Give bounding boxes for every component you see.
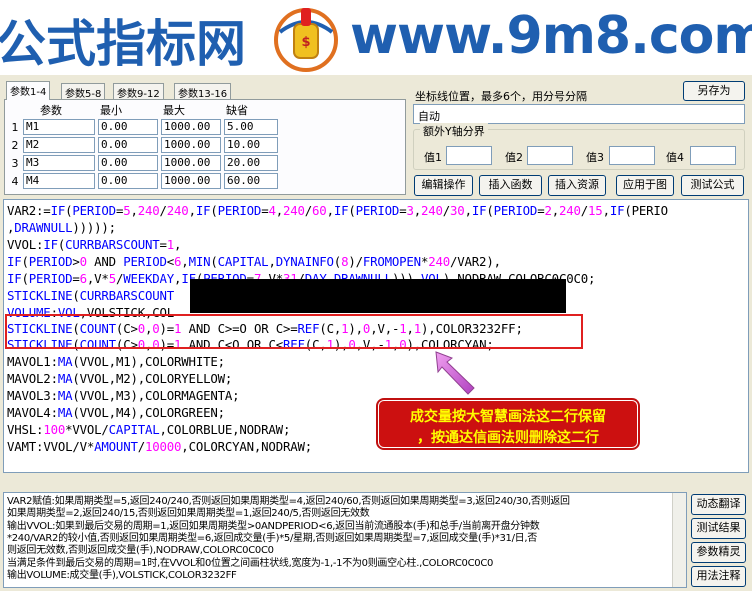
code-line: VHSL:100*VVOL/CAPITAL,COLORBLUE,NODRAW; [7, 422, 291, 437]
test-results-button[interactable]: 测试结果 [691, 518, 746, 539]
site-banner: 公式指标网 $ www.9m8.com [0, 0, 752, 75]
param-default-field[interactable]: 5.00 [224, 119, 278, 135]
code-line: IF(PERIOD>0 AND PERIOD<6,MIN(CAPITAL,DYN… [7, 254, 501, 269]
param-default-field[interactable]: 20.00 [224, 155, 278, 171]
site-logo: $ [274, 8, 338, 72]
param-max-field[interactable]: 1000.00 [161, 155, 221, 171]
code-line: VVOL:IF(CURRBARSCOUNT=1, [7, 237, 182, 252]
explain-line: 如果周期类型=2,返回240/15,否则返回如果周期类型=1,返回240/5,否… [7, 508, 370, 519]
param-max-field[interactable]: 1000.00 [161, 119, 221, 135]
dynamic-translate-button[interactable]: 动态翻译 [691, 494, 746, 515]
banner-site-url: www.9m8.com [350, 6, 752, 66]
explanation-scrollbar[interactable] [672, 493, 686, 587]
param-name-field[interactable]: M4 [23, 173, 95, 189]
param-max-field[interactable]: 1000.00 [161, 137, 221, 153]
insert-resource-button[interactable]: 插入资源 [548, 175, 606, 196]
note-line-1: 成交量按大智慧画法这二行保留 [410, 409, 606, 425]
code-line: MAVOL3:MA(VVOL,M3),COLORMAGENTA; [7, 388, 240, 403]
apply-to-chart-button[interactable]: 应用于图 [616, 175, 674, 196]
value1-label: 值1 [424, 151, 442, 164]
tab-params-9-12[interactable]: 参数9-12 [113, 83, 164, 100]
save-as-button[interactable]: 另存为 [683, 81, 745, 101]
param-name-field[interactable]: M3 [23, 155, 95, 171]
param-row: 2 M2 0.00 1000.00 10.00 [8, 136, 286, 154]
edit-operations-button[interactable]: 编辑操作 [414, 175, 473, 196]
row-number: 2 [11, 138, 19, 152]
code-line: VAMT:VVOL/V*AMOUNT/10000,COLORCYAN,NODRA… [7, 439, 312, 454]
tab-params-5-8[interactable]: 参数5-8 [61, 83, 106, 100]
explanation-panel[interactable]: VAR2赋值:如果周期类型=5,返回240/240,否则返回如果周期类型=4,返… [3, 492, 687, 588]
annotation-note: 成交量按大智慧画法这二行保留 ，按通达信画法则删除这二行 [378, 400, 638, 448]
param-max-field[interactable]: 1000.00 [161, 173, 221, 189]
header-default: 缺省 [226, 104, 248, 117]
value2-input[interactable] [527, 146, 573, 165]
param-min-field[interactable]: 0.00 [98, 137, 158, 153]
params-header-row: 参数 最小 最大 缺省 [8, 102, 286, 118]
code-line: ,DRAWNULL))))); [7, 220, 116, 235]
code-line: VAR2:=IF(PERIOD=5,240/240,IF(PERIOD=4,24… [7, 203, 668, 218]
param-row: 3 M3 0.00 1000.00 20.00 [8, 154, 286, 172]
param-min-field[interactable]: 0.00 [98, 173, 158, 189]
param-row: 4 M4 0.00 1000.00 60.00 [8, 172, 286, 190]
value3-label: 值3 [586, 151, 604, 164]
row-number: 4 [11, 174, 19, 188]
code-line: STICKLINE(CURRBARSCOUNT [7, 288, 174, 303]
explain-line: 当满足条件到最后交易的周期=1时,在VVOL和0位置之间画柱状线,宽度为-1,-… [7, 558, 494, 569]
extra-y-axis-legend: 额外Y轴分界 [420, 123, 488, 139]
header-max: 最大 [163, 104, 185, 117]
param-min-field[interactable]: 0.00 [98, 155, 158, 171]
param-min-field[interactable]: 0.00 [98, 119, 158, 135]
banner-site-name: 公式指标网 [0, 15, 246, 73]
value4-input[interactable] [690, 146, 736, 165]
tab-params-1-4[interactable]: 参数1-4 [6, 81, 51, 100]
header-min: 最小 [100, 104, 122, 117]
param-default-field[interactable]: 60.00 [224, 173, 278, 189]
param-row: 1 M1 0.00 1000.00 5.00 [8, 118, 286, 136]
value2-label: 值2 [505, 151, 523, 164]
formula-editor[interactable]: VAR2:=IF(PERIOD=5,240/240,IF(PERIOD=4,24… [3, 199, 749, 473]
param-default-field[interactable]: 10.00 [224, 137, 278, 153]
explain-line: 则返回无效数,否则返回成交量(手),NODRAW,COLORC0C0C0 [7, 545, 274, 556]
coord-line-label: 坐标线位置，最多6个，用分号分隔 [415, 90, 587, 103]
explain-line: 输出VOLUME:成交量(手),VOLSTICK,COLOR3232FF [7, 570, 237, 581]
note-line-2: ，按通达信画法则删除这二行 [417, 430, 599, 446]
redaction-block [190, 279, 566, 313]
param-name-field[interactable]: M2 [23, 137, 95, 153]
explain-line: VAR2赋值:如果周期类型=5,返回240/240,否则返回如果周期类型=4,返… [7, 496, 570, 507]
code-line: MAVOL4:MA(VVOL,M4),COLORGREEN; [7, 405, 225, 420]
pointer-arrow-icon [435, 351, 475, 395]
params-table: 参数 最小 最大 缺省 1 M1 0.00 1000.00 5.00 2 M2 … [8, 102, 286, 190]
value1-input[interactable] [446, 146, 492, 165]
code-line: MAVOL2:MA(VVOL,M2),COLORYELLOW; [7, 371, 233, 386]
explain-line: *240/VAR2的较小值,否则返回如果周期类型=6,返回成交量(手)*5/星期… [7, 533, 537, 544]
tab-params-13-16[interactable]: 参数13-16 [174, 83, 232, 100]
svg-text:$: $ [301, 35, 310, 50]
highlight-box [5, 314, 583, 349]
value4-label: 值4 [666, 151, 684, 164]
value3-input[interactable] [609, 146, 655, 165]
usage-notes-button[interactable]: 用法注释 [691, 566, 746, 587]
insert-function-button[interactable]: 插入函数 [479, 175, 542, 196]
param-wizard-button[interactable]: 参数精灵 [691, 542, 746, 563]
row-number: 3 [11, 156, 19, 170]
header-param: 参数 [40, 104, 62, 117]
explain-line: 输出VVOL:如果到最后交易的周期=1,返回如果周期类型>0ANDPERIOD<… [7, 521, 540, 532]
code-line: MAVOL1:MA(VVOL,M1),COLORWHITE; [7, 354, 225, 369]
param-name-field[interactable]: M1 [23, 119, 95, 135]
test-formula-button[interactable]: 测试公式 [681, 175, 744, 196]
row-number: 1 [11, 120, 19, 134]
coord-line-input[interactable]: 自动 [413, 104, 745, 124]
